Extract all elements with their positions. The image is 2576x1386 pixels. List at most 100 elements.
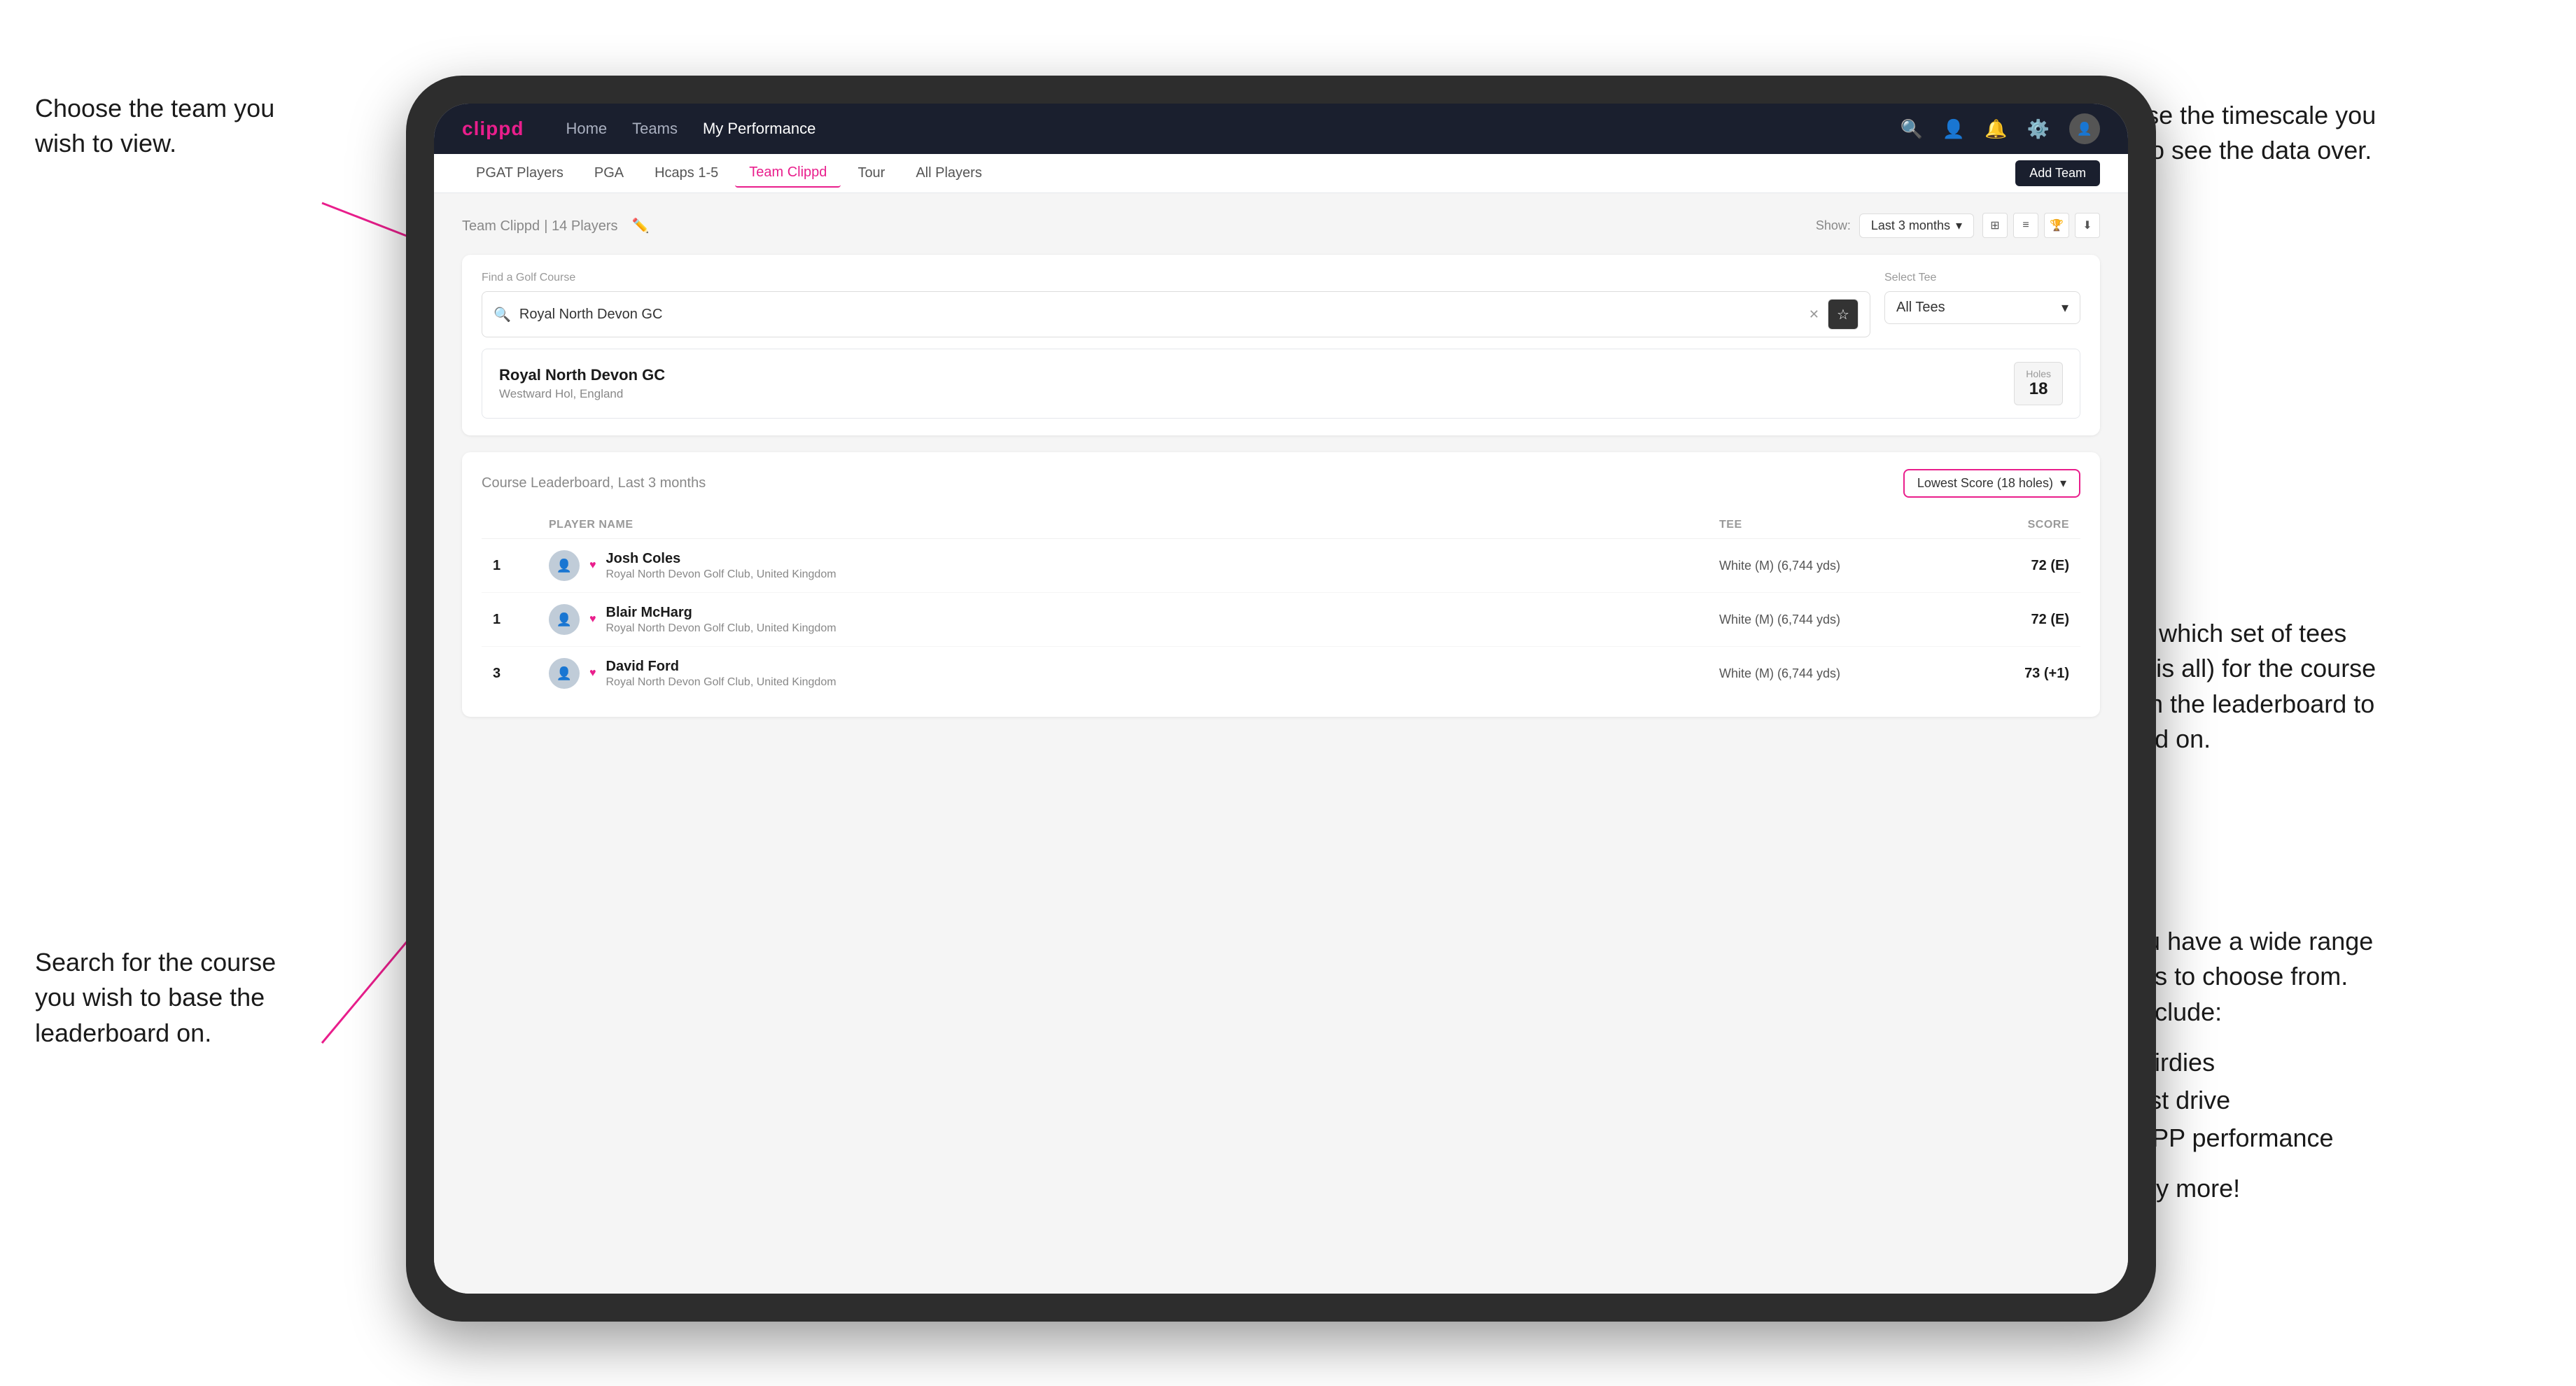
search-card: Find a Golf Course 🔍 ✕ ☆ Select Tee All … xyxy=(462,255,2100,435)
heart-icon-1[interactable]: ♥ xyxy=(589,559,596,572)
favorite-button[interactable]: ☆ xyxy=(1828,299,1858,330)
edit-icon[interactable]: ✏️ xyxy=(632,217,650,234)
chevron-down-icon: ▾ xyxy=(1956,218,1962,233)
tee-cell-1: White (M) (6,744 yds) xyxy=(1719,559,1929,573)
player-avatar-3: 👤 xyxy=(549,658,580,689)
list-view-button[interactable]: ≡ xyxy=(2013,213,2038,238)
search-icon: 🔍 xyxy=(493,306,511,323)
show-controls: Show: Last 3 months ▾ ⊞ ≡ 🏆 ⬇ xyxy=(1816,213,2100,238)
lb-title-text: Course Leaderboard, xyxy=(482,475,614,491)
settings-icon[interactable]: ⚙️ xyxy=(2027,118,2050,140)
player-avatar-2: 👤 xyxy=(549,604,580,635)
subnav-all-players[interactable]: All Players xyxy=(902,160,995,187)
avatar[interactable]: 👤 xyxy=(2069,113,2100,144)
player-name-1: Josh Coles xyxy=(606,551,836,567)
col-score: SCORE xyxy=(1929,519,2069,531)
player-avatar-1: 👤 xyxy=(549,550,580,581)
clear-icon[interactable]: ✕ xyxy=(1809,307,1819,322)
course-search-input[interactable] xyxy=(519,307,1800,323)
nav-home[interactable]: Home xyxy=(566,120,607,138)
table-header: PLAYER NAME TEE SCORE xyxy=(482,512,2080,539)
holes-value: 18 xyxy=(2026,379,2051,399)
player-cell-2: 👤 ♥ Blair McHarg Royal North Devon Golf … xyxy=(549,604,1719,635)
download-button[interactable]: ⬇ xyxy=(2075,213,2100,238)
player-club-1: Royal North Devon Golf Club, United King… xyxy=(606,568,836,581)
rank-cell-1: 1 xyxy=(493,558,549,574)
tee-cell-3: White (M) (6,744 yds) xyxy=(1719,666,1929,681)
chevron-down-icon: ▾ xyxy=(2062,299,2068,316)
search-icon[interactable]: 🔍 xyxy=(1900,118,1923,140)
score-filter-dropdown[interactable]: Lowest Score (18 holes) ▾ xyxy=(1903,469,2080,498)
chevron-down-icon: ▾ xyxy=(2060,476,2066,491)
tee-dropdown[interactable]: All Tees ▾ xyxy=(1884,291,2080,324)
leaderboard-header: Course Leaderboard, Last 3 months Lowest… xyxy=(482,469,2080,498)
annotation-bl-1: Search for the course xyxy=(35,948,276,976)
subnav-pga[interactable]: PGA xyxy=(580,160,638,187)
player-name-2: Blair McHarg xyxy=(606,605,836,621)
table-row: 1 👤 ♥ Blair McHarg Royal North Devon Gol… xyxy=(482,593,2080,647)
score-filter-value: Lowest Score (18 holes) xyxy=(1917,476,2053,491)
add-team-button[interactable]: Add Team xyxy=(2015,160,2100,186)
subnav-team-clippd[interactable]: Team Clippd xyxy=(735,159,841,188)
score-cell-2: 72 (E) xyxy=(1929,612,2069,628)
team-title-text: Team Clippd xyxy=(462,218,540,234)
player-name-3: David Ford xyxy=(606,659,836,675)
show-label: Show: xyxy=(1816,218,1851,233)
leaderboard-card: Course Leaderboard, Last 3 months Lowest… xyxy=(462,452,2100,717)
tee-value: All Tees xyxy=(1896,300,1945,316)
team-name: Team Clippd | 14 Players xyxy=(462,216,618,234)
heart-icon-3[interactable]: ♥ xyxy=(589,667,596,680)
period-value: Last 3 months xyxy=(1871,218,1950,233)
col-rank xyxy=(493,519,549,531)
main-content: Team Clippd | 14 Players ✏️ Show: Last 3… xyxy=(434,193,2128,1294)
rank-cell-2: 1 xyxy=(493,612,549,628)
period-dropdown[interactable]: Last 3 months ▾ xyxy=(1859,214,1974,238)
course-location: Westward Hol, England xyxy=(499,387,665,401)
subnav-hcaps[interactable]: Hcaps 1-5 xyxy=(640,160,732,187)
find-course-label: Find a Golf Course xyxy=(482,272,1870,284)
annotation-top-left: Choose the team you wish to view. xyxy=(35,91,274,162)
player-club-2: Royal North Devon Golf Club, United King… xyxy=(606,622,836,635)
nav-my-performance[interactable]: My Performance xyxy=(703,120,816,138)
course-name: Royal North Devon GC xyxy=(499,366,665,384)
nav-links: Home Teams My Performance xyxy=(566,120,816,138)
course-search-wrap: 🔍 ✕ ☆ xyxy=(482,291,1870,337)
holes-badge: Holes 18 xyxy=(2014,362,2063,405)
grid-view-button[interactable]: ⊞ xyxy=(1982,213,2008,238)
player-cell-1: 👤 ♥ Josh Coles Royal North Devon Golf Cl… xyxy=(549,550,1719,581)
holes-label: Holes xyxy=(2026,368,2051,379)
player-club-3: Royal North Devon Golf Club, United King… xyxy=(606,676,836,689)
app-logo: clippd xyxy=(462,118,524,140)
tee-section: Select Tee All Tees ▾ xyxy=(1884,272,2080,324)
annotation-bottom-left: Search for the course you wish to base t… xyxy=(35,945,276,1051)
nav-bar: clippd Home Teams My Performance 🔍 👤 🔔 ⚙… xyxy=(434,104,2128,154)
subnav-pgat[interactable]: PGAT Players xyxy=(462,160,578,187)
annotation-bl-3: leaderboard on. xyxy=(35,1018,211,1047)
lb-period: Last 3 months xyxy=(618,475,706,491)
annotation-bl-2: you wish to base the xyxy=(35,983,265,1011)
col-tee: TEE xyxy=(1719,519,1929,531)
tablet-screen: clippd Home Teams My Performance 🔍 👤 🔔 ⚙… xyxy=(434,104,2128,1294)
user-icon[interactable]: 👤 xyxy=(1942,118,1965,140)
course-result[interactable]: Royal North Devon GC Westward Hol, Engla… xyxy=(482,349,2080,419)
table-row: 1 👤 ♥ Josh Coles Royal North Devon Golf … xyxy=(482,539,2080,593)
trophy-view-button[interactable]: 🏆 xyxy=(2044,213,2069,238)
annotation-line2: wish to view. xyxy=(35,129,176,158)
score-cell-1: 72 (E) xyxy=(1929,558,2069,574)
notification-icon[interactable]: 🔔 xyxy=(1984,118,2007,140)
heart-icon-2[interactable]: ♥ xyxy=(589,613,596,626)
player-cell-3: 👤 ♥ David Ford Royal North Devon Golf Cl… xyxy=(549,658,1719,689)
player-count: 14 Players xyxy=(552,218,618,234)
col-player: PLAYER NAME xyxy=(549,519,1719,531)
team-header: Team Clippd | 14 Players ✏️ Show: Last 3… xyxy=(462,213,2100,238)
annotation-line1: Choose the team you xyxy=(35,94,274,122)
nav-teams[interactable]: Teams xyxy=(632,120,678,138)
view-icons: ⊞ ≡ 🏆 ⬇ xyxy=(1982,213,2100,238)
sub-nav: PGAT Players PGA Hcaps 1-5 Team Clippd T… xyxy=(434,154,2128,193)
rank-cell-3: 3 xyxy=(493,666,549,682)
subnav-tour[interactable]: Tour xyxy=(844,160,899,187)
tee-cell-2: White (M) (6,744 yds) xyxy=(1719,612,1929,627)
leaderboard-title: Course Leaderboard, Last 3 months xyxy=(482,475,706,491)
nav-right: 🔍 👤 🔔 ⚙️ 👤 xyxy=(1900,113,2101,144)
score-cell-3: 73 (+1) xyxy=(1929,666,2069,682)
